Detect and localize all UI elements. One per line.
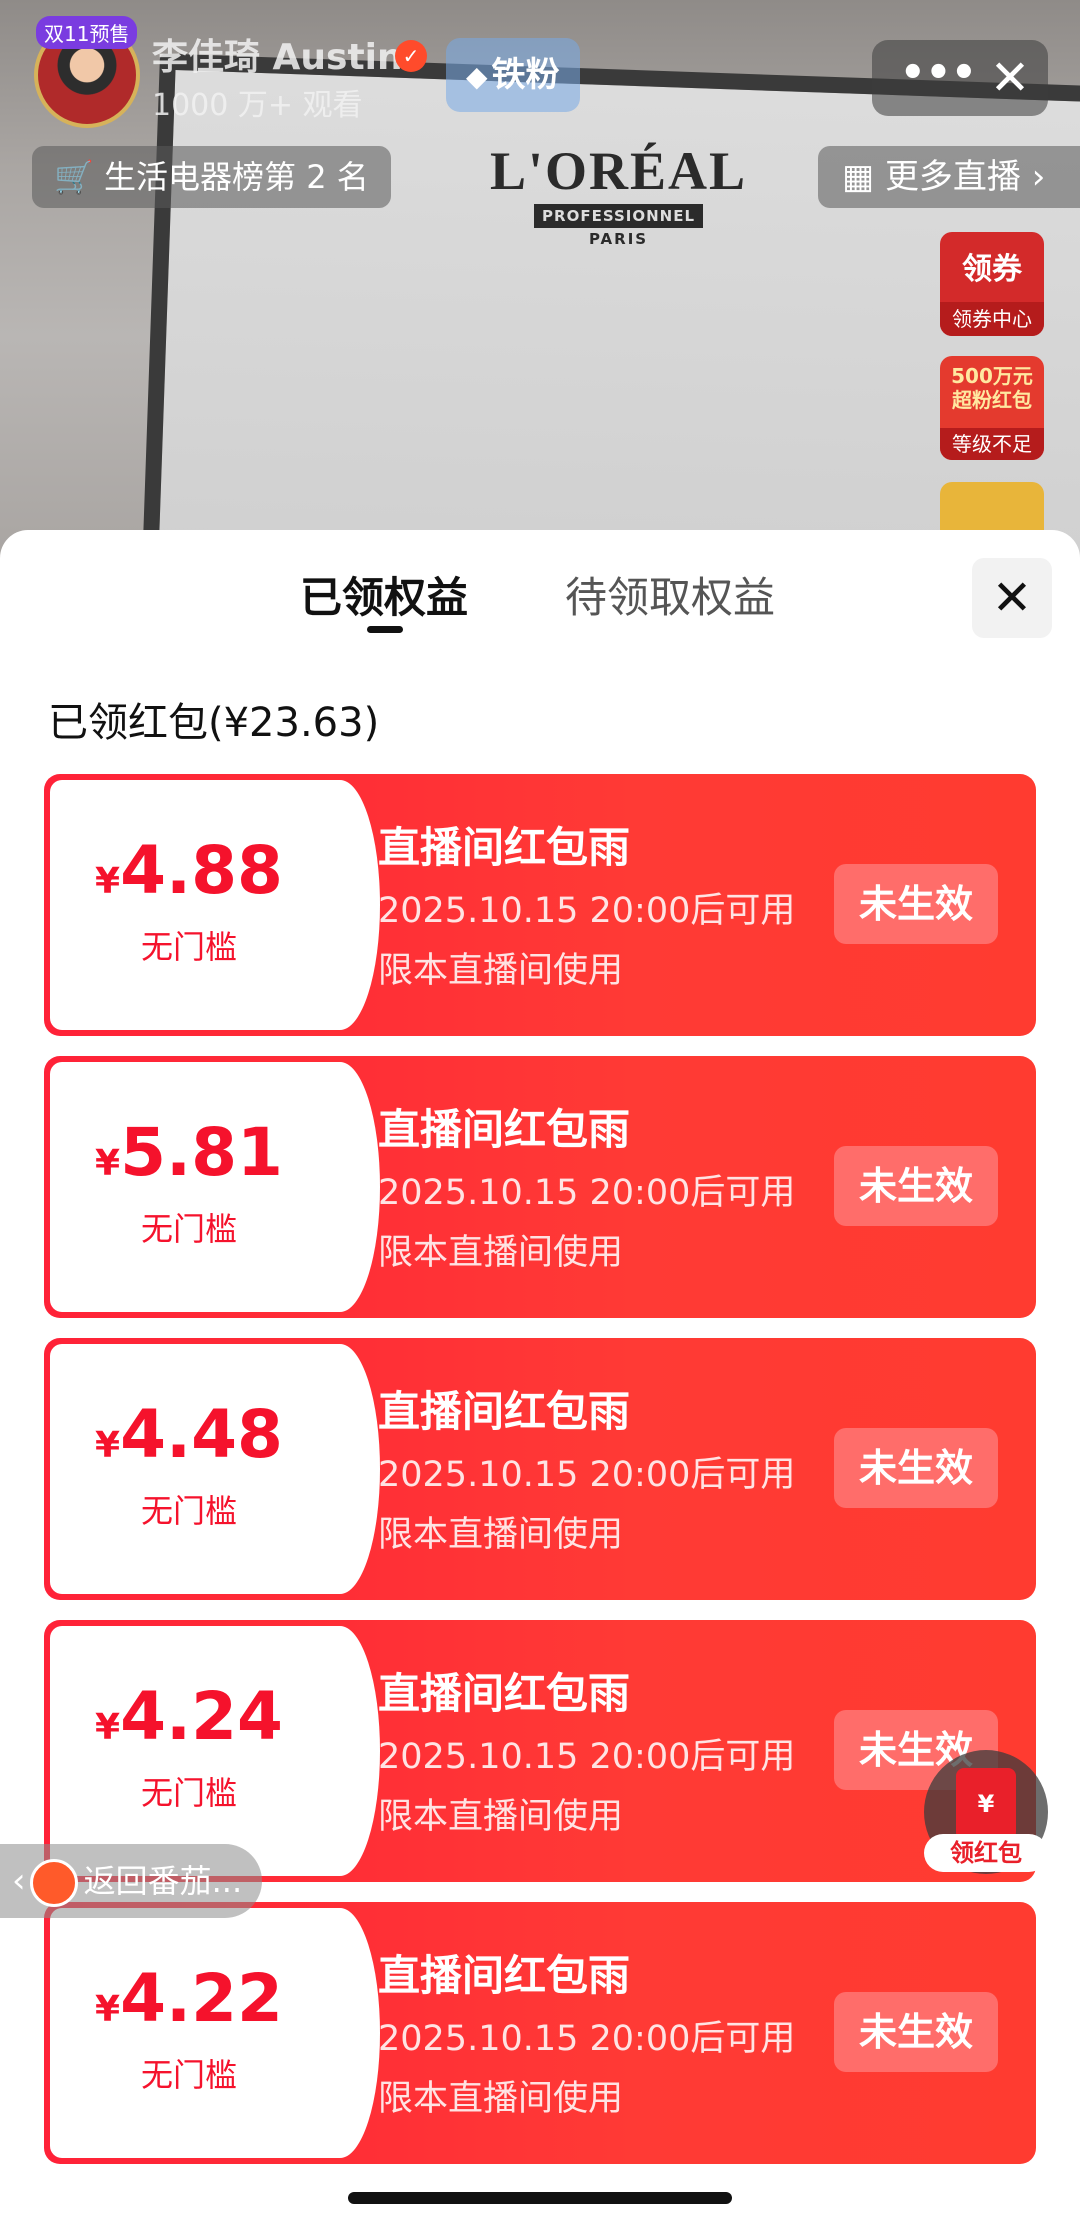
coupon-threshold: 无门槛: [140, 1774, 237, 1812]
currency-symbol: ¥: [95, 1425, 121, 1466]
coupon-limit: 限本直播间使用: [378, 1797, 624, 1837]
app-icon: [29, 1859, 78, 1907]
coupon-threshold: 无门槛: [140, 1492, 237, 1530]
coupon-amount: ¥4.48: [44, 1396, 334, 1473]
coupon-title: 直播间红包雨: [378, 823, 631, 872]
amount-value: 4.24: [120, 1678, 283, 1755]
brand-logo-city: PARIS: [588, 230, 649, 248]
fan-level-label: 铁粉: [491, 55, 560, 95]
back-to-app-label: 返回番茄...: [83, 1862, 243, 1900]
coupon-threshold: 无门槛: [140, 1210, 237, 1248]
tab-pending-benefits[interactable]: 待领取权益: [565, 564, 775, 625]
amount-value: 4.88: [120, 832, 283, 909]
grid-icon: ▦: [842, 157, 885, 197]
coupon-widget-label: 领券中心: [940, 302, 1044, 336]
coupon-threshold: 无门槛: [140, 2056, 237, 2094]
rank-chip[interactable]: 🛒 生活电器榜第 2 名: [32, 146, 391, 208]
brand-logo: L'ORÉAL PROFESSIONNEL PARIS: [490, 140, 747, 248]
coupon-date: 2025.10.15 20:00后可用: [378, 1173, 796, 1213]
coupon-limit: 限本直播间使用: [378, 2079, 624, 2119]
claim-redpack-label[interactable]: 领红包: [924, 1834, 1048, 1872]
coupon-amount: ¥4.22: [44, 1960, 334, 2037]
verified-icon: ✓: [395, 40, 427, 72]
coupon-date: 2025.10.15 20:00后可用: [378, 891, 796, 931]
back-to-app-button[interactable]: ‹ 返回番茄...: [0, 1844, 262, 1918]
coupon-card[interactable]: ¥5.81 无门槛 直播间红包雨 2025.10.15 20:00后可用 限本直…: [44, 1056, 1036, 1318]
fan-level-button[interactable]: ◆ 铁粉: [446, 38, 580, 112]
brand-logo-main: L'ORÉAL: [490, 141, 748, 201]
coupon-amount: ¥4.88: [44, 832, 334, 909]
close-icon[interactable]: ✕: [982, 48, 1038, 108]
coupon-amount: ¥4.24: [44, 1678, 334, 1755]
benefits-sheet: 已领权益 待领取权益 ✕ 已领红包(¥23.63) ¥4.88 无门槛 直播间红…: [0, 530, 1080, 2222]
super-fan-redpack-widget[interactable]: 500万元 超粉红包 等级不足: [940, 356, 1044, 460]
coupon-date: 2025.10.15 20:00后可用: [378, 1455, 796, 1495]
section-title: 已领红包(¥23.63): [48, 700, 380, 746]
brand-logo-sub: PROFESSIONNEL: [534, 204, 704, 228]
coupon-title: 直播间红包雨: [378, 1669, 631, 1718]
chevron-left-icon: ‹: [12, 1861, 26, 1901]
top-actions: ••• ✕: [872, 40, 1048, 116]
tab-claimed-benefits[interactable]: 已领权益: [300, 564, 468, 625]
coupon-amount: ¥5.81: [44, 1114, 334, 1191]
coupon-title: 直播间红包雨: [378, 1105, 631, 1154]
viewer-count: 1000 万+ 观看: [152, 88, 363, 123]
coupon-limit: 限本直播间使用: [378, 1233, 624, 1273]
coupon-limit: 限本直播间使用: [378, 1515, 624, 1555]
host-name[interactable]: 李佳琦 Austin: [152, 28, 403, 80]
coupon-status-button[interactable]: 未生效: [834, 1146, 998, 1226]
red-envelope-icon: ¥: [956, 1768, 1016, 1840]
home-indicator[interactable]: [348, 2192, 732, 2204]
close-icon[interactable]: ✕: [972, 558, 1052, 638]
coupon-card[interactable]: ¥4.22 无门槛 直播间红包雨 2025.10.15 20:00后可用 限本直…: [44, 1902, 1036, 2164]
rank-chip-label: 生活电器榜第 2 名: [104, 158, 369, 196]
active-tab-indicator: [367, 626, 403, 633]
more-live-label: 更多直播: [884, 157, 1021, 197]
coupon-status-button[interactable]: 未生效: [834, 1992, 998, 2072]
coupon-threshold: 无门槛: [140, 928, 237, 966]
redpack-widget-title: 500万元 超粉红包: [951, 364, 1033, 412]
coupon-status-button[interactable]: 未生效: [834, 1428, 998, 1508]
coupon-list: ¥4.88 无门槛 直播间红包雨 2025.10.15 20:00后可用 限本直…: [44, 774, 1036, 2184]
avatar-badge: 双11预售: [36, 16, 138, 49]
coupon-card[interactable]: ¥4.88 无门槛 直播间红包雨 2025.10.15 20:00后可用 限本直…: [44, 774, 1036, 1036]
coupon-widget-title: 领券: [962, 252, 1022, 287]
currency-symbol: ¥: [95, 861, 121, 902]
coupon-title: 直播间红包雨: [378, 1951, 631, 2000]
coupon-date: 2025.10.15 20:00后可用: [378, 2019, 796, 2059]
coupon-title: 直播间红包雨: [378, 1387, 631, 1436]
coupon-status-button[interactable]: 未生效: [834, 864, 998, 944]
amount-value: 4.22: [120, 1960, 283, 2037]
diamond-icon: ◆: [466, 60, 488, 93]
coupon-center-widget[interactable]: 领券 领券中心: [940, 232, 1044, 336]
amount-value: 4.48: [120, 1396, 283, 1473]
more-icon[interactable]: •••: [900, 50, 977, 106]
coupon-card[interactable]: ¥4.48 无门槛 直播间红包雨 2025.10.15 20:00后可用 限本直…: [44, 1338, 1036, 1600]
coupon-card[interactable]: ¥4.24 无门槛 直播间红包雨 2025.10.15 20:00后可用 限本直…: [44, 1620, 1036, 1882]
more-live-button[interactable]: ▦ 更多直播 ›: [818, 146, 1080, 208]
currency-symbol: ¥: [95, 1707, 121, 1748]
currency-symbol: ¥: [95, 1143, 121, 1184]
cart-icon: 🛒: [54, 158, 105, 196]
currency-symbol: ¥: [95, 1989, 121, 2030]
coupon-limit: 限本直播间使用: [378, 951, 624, 991]
amount-value: 5.81: [120, 1114, 283, 1191]
coupon-date: 2025.10.15 20:00后可用: [378, 1737, 796, 1777]
redpack-widget-label: 等级不足: [940, 428, 1044, 460]
